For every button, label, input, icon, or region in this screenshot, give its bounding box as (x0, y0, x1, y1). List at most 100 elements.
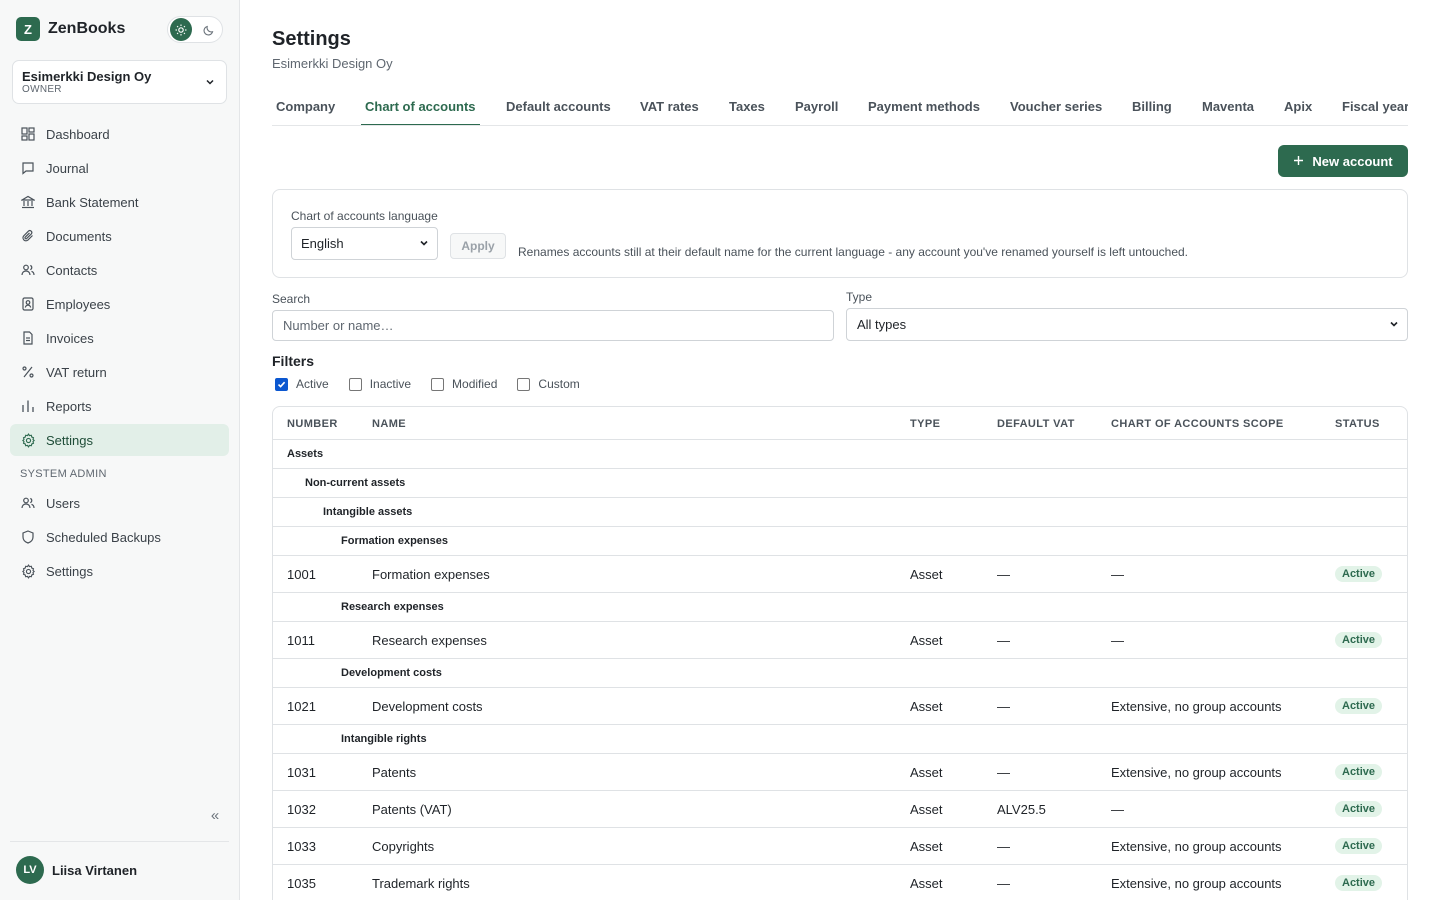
accounts-table: NUMBER NAME TYPE DEFAULT VAT CHART OF AC… (272, 406, 1408, 900)
tab-default-accounts[interactable]: Default accounts (502, 99, 615, 125)
org-role: OWNER (22, 84, 62, 95)
sidebar-item-users[interactable]: Users (10, 487, 229, 519)
checkbox[interactable] (431, 377, 445, 391)
invoice-icon (20, 330, 36, 346)
tab-payroll[interactable]: Payroll (791, 99, 842, 125)
sidebar-item-vat-return[interactable]: VAT return (10, 356, 229, 388)
theme-toggle[interactable] (167, 16, 223, 43)
group-label: Development costs (341, 667, 442, 679)
filter-label: Custom (538, 377, 580, 391)
table-row[interactable]: 1031 Patents Asset — Extensive, no group… (273, 754, 1407, 791)
tab-taxes[interactable]: Taxes (725, 99, 769, 125)
column-scope[interactable]: CHART OF ACCOUNTS SCOPE (1111, 418, 1284, 430)
type-value: All types (857, 317, 907, 332)
table-row[interactable]: 1035 Trademark rights Asset — Extensive,… (273, 865, 1407, 900)
account-vat: — (997, 876, 1010, 891)
table-row[interactable]: 1011 Research expenses Asset — — Active (273, 622, 1407, 659)
sidebar-item-reports[interactable]: Reports (10, 390, 229, 422)
checkbox[interactable] (348, 377, 362, 391)
tab-fiscal-year[interactable]: Fiscal year (1338, 99, 1408, 125)
column-number[interactable]: NUMBER (287, 418, 338, 430)
group-label: Intangible rights (341, 733, 427, 745)
filter-custom[interactable]: Custom (517, 377, 580, 391)
sidebar-item-contacts[interactable]: Contacts (10, 254, 229, 286)
sidebar-item-label: Documents (46, 228, 112, 244)
checkbox[interactable] (517, 377, 531, 391)
main-nav: Dashboard Journal Bank Statement Documen… (10, 118, 229, 458)
table-row[interactable]: 1033 Copyrights Asset — Extensive, no gr… (273, 828, 1407, 865)
account-scope: Extensive, no group accounts (1111, 765, 1282, 780)
group-label: Research expenses (341, 601, 444, 613)
sun-icon[interactable] (170, 18, 192, 41)
user-menu[interactable]: LV Liisa Virtanen (10, 841, 229, 884)
sidebar: Z ZenBooks Esimerkki Design Oy OWNER Das… (0, 0, 240, 900)
moon-icon[interactable] (198, 18, 220, 41)
sidebar-item-label: Dashboard (46, 126, 110, 142)
status-badge: Active (1335, 875, 1383, 891)
account-number: 1001 (287, 567, 316, 582)
user-name: Liisa Virtanen (52, 862, 138, 878)
chevron-down-icon (204, 76, 216, 91)
account-name: Patents (VAT) (372, 802, 452, 817)
column-status[interactable]: STATUS (1335, 418, 1380, 430)
sidebar-item-label: Users (46, 495, 80, 511)
organization-switcher[interactable]: Esimerkki Design Oy OWNER (12, 60, 227, 104)
filters-title: Filters (272, 353, 315, 369)
tab-payment-methods[interactable]: Payment methods (864, 99, 984, 125)
column-default-vat[interactable]: DEFAULT VAT (997, 418, 1075, 430)
account-vat: — (997, 839, 1010, 854)
brand-name: ZenBooks (48, 20, 126, 37)
table-row[interactable]: 1032 Patents (VAT) Asset ALV25.5 — Activ… (273, 791, 1407, 828)
filter-inactive[interactable]: Inactive (348, 377, 411, 391)
sidebar-item-invoices[interactable]: Invoices (10, 322, 229, 354)
table-row[interactable]: 1021 Development costs Asset — Extensive… (273, 688, 1407, 725)
tab-billing[interactable]: Billing (1128, 99, 1176, 125)
account-type: Asset (910, 765, 943, 780)
filter-label: Modified (452, 377, 498, 391)
column-type[interactable]: TYPE (910, 418, 940, 430)
gear-icon (20, 432, 36, 448)
tab-chart-of-accounts[interactable]: Chart of accounts (361, 99, 480, 125)
tab-vat-rates[interactable]: VAT rates (636, 99, 703, 125)
table-row[interactable]: 1001 Formation expenses Asset — — Active (273, 556, 1407, 593)
tab-voucher-series[interactable]: Voucher series (1006, 99, 1106, 125)
sidebar-item-employees[interactable]: Employees (10, 288, 229, 320)
brand[interactable]: Z ZenBooks (16, 17, 125, 41)
sidebar-item-documents[interactable]: Documents (10, 220, 229, 252)
tab-maventa[interactable]: Maventa (1198, 99, 1258, 125)
collapse-sidebar-icon[interactable]: « (206, 806, 224, 824)
sidebar-item-bank-statement[interactable]: Bank Statement (10, 186, 229, 218)
column-name[interactable]: NAME (372, 418, 406, 430)
account-number: 1011 (287, 633, 315, 648)
account-type: Asset (910, 567, 943, 582)
new-account-button[interactable]: New account (1278, 145, 1408, 177)
sidebar-item-settings[interactable]: Settings (10, 424, 229, 456)
filter-modified[interactable]: Modified (431, 377, 497, 391)
language-select[interactable]: English (291, 227, 438, 260)
percent-icon (20, 364, 36, 380)
paperclip-icon (20, 228, 36, 244)
account-number: 1031 (287, 765, 316, 780)
sidebar-item-scheduled-backups[interactable]: Scheduled Backups (10, 521, 229, 553)
sidebar-item-journal[interactable]: Journal (10, 152, 229, 184)
checkbox-checked[interactable] (275, 377, 288, 391)
sidebar-item-admin-settings[interactable]: Settings (10, 555, 229, 587)
sidebar-item-label: Bank Statement (46, 194, 139, 210)
sidebar-item-label: Reports (46, 398, 92, 414)
sidebar-item-label: VAT return (46, 364, 107, 380)
contacts-icon (20, 262, 36, 278)
account-scope: Extensive, no group accounts (1111, 876, 1282, 891)
group-row: Intangible assets (273, 498, 1407, 527)
table-header: NUMBER NAME TYPE DEFAULT VAT CHART OF AC… (273, 407, 1407, 440)
status-badge: Active (1335, 632, 1383, 648)
filter-active[interactable]: Active (275, 377, 329, 391)
avatar: LV (16, 856, 44, 884)
apply-button[interactable]: Apply (450, 233, 506, 259)
tab-company[interactable]: Company (272, 99, 339, 125)
type-select[interactable]: All types (846, 308, 1408, 341)
tab-apix[interactable]: Apix (1280, 99, 1316, 125)
sidebar-item-dashboard[interactable]: Dashboard (10, 118, 229, 150)
sidebar-item-label: Settings (46, 432, 93, 448)
search-input[interactable] (272, 310, 834, 341)
account-name: Patents (372, 765, 417, 780)
